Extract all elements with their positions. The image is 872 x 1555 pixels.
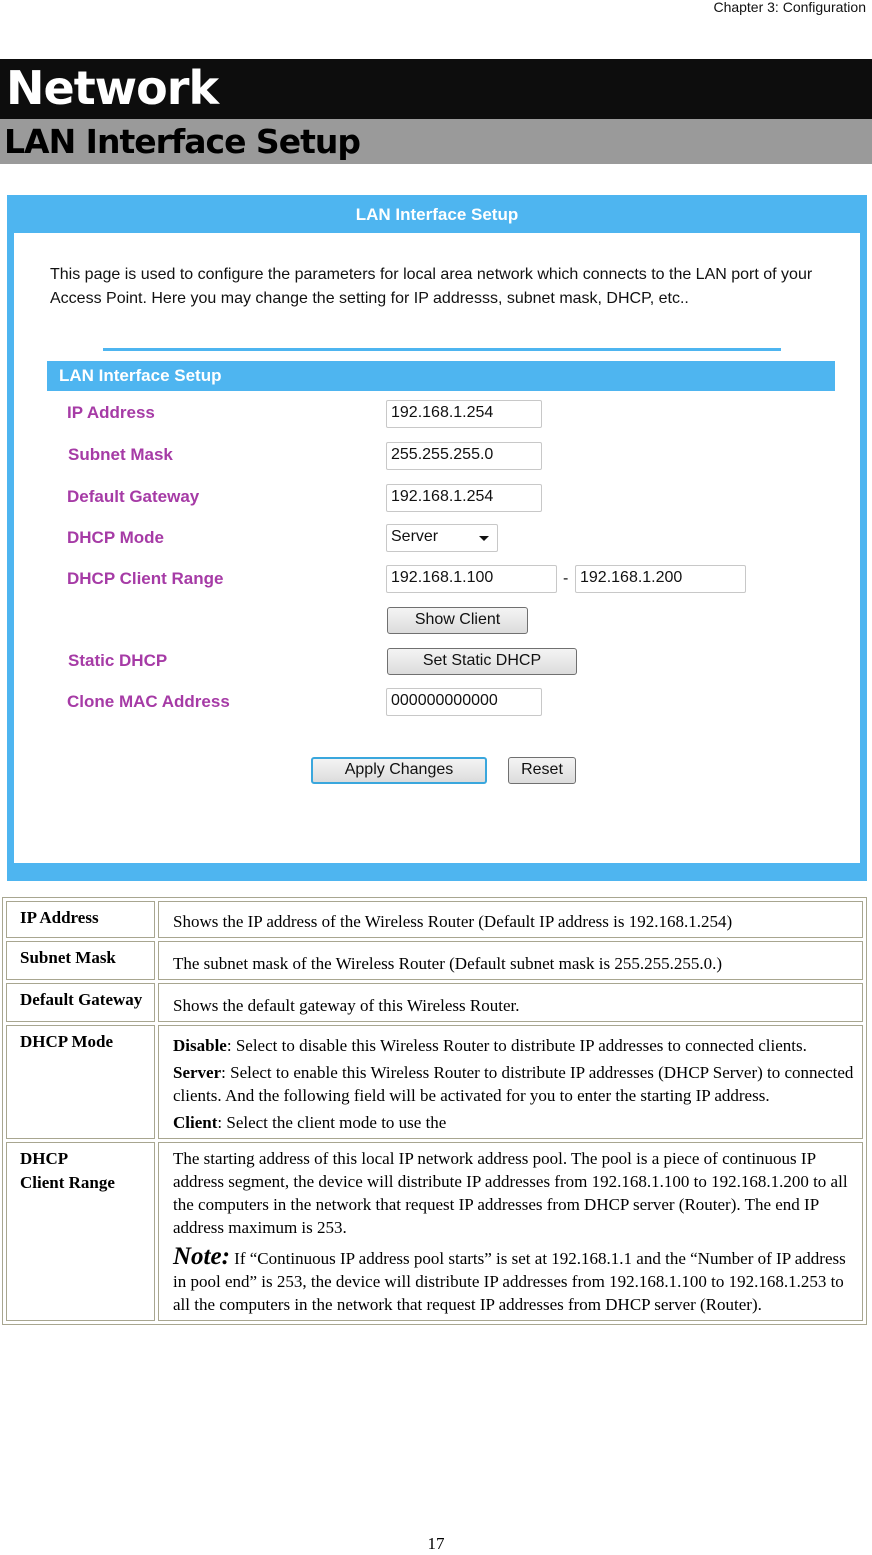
- panel-body: This page is used to configure the param…: [14, 233, 860, 863]
- default-gateway-input[interactable]: 192.168.1.254: [386, 484, 542, 512]
- row-key: DHCP Mode: [6, 1025, 155, 1139]
- table-row: IP Address Shows the IP address of the W…: [6, 901, 863, 938]
- row-key-line2: Client Range: [20, 1173, 115, 1192]
- lan-setup-screenshot: LAN Interface Setup This page is used to…: [7, 195, 867, 881]
- parameter-description-table: IP Address Shows the IP address of the W…: [2, 897, 867, 1325]
- reset-button[interactable]: Reset: [508, 757, 576, 784]
- static-dhcp-label: Static DHCP: [68, 651, 168, 670]
- table-row: Default Gateway Shows the default gatewa…: [6, 983, 863, 1022]
- row-key: IP Address: [6, 901, 155, 938]
- mode-client: Client: Select the client mode to use th…: [173, 1111, 856, 1134]
- dhcp-mode-select[interactable]: Server: [386, 524, 498, 552]
- section-title: Network: [6, 61, 219, 115]
- intro-text: This page is used to configure the param…: [50, 266, 813, 307]
- page-number: 17: [427, 1534, 445, 1553]
- panel-title: LAN Interface Setup: [355, 205, 519, 224]
- row-key: DHCP Client Range: [6, 1142, 155, 1321]
- term-disable: Disable: [173, 1036, 227, 1055]
- desc-disable: : Select to disable this Wireless Router…: [226, 1036, 807, 1055]
- term-client: Client: [173, 1113, 218, 1132]
- show-client-button[interactable]: Show Client: [387, 607, 528, 634]
- section-bar: LAN Interface Setup: [47, 361, 835, 391]
- table-row: DHCP Mode Disable: Select to disable thi…: [6, 1025, 863, 1139]
- row-description: The subnet mask of the Wireless Router (…: [158, 941, 863, 980]
- chevron-down-icon: [479, 536, 489, 541]
- term-server: Server: [173, 1063, 222, 1082]
- dhcp-mode-label: DHCP Mode: [67, 528, 164, 547]
- clone-mac-input[interactable]: 000000000000: [386, 688, 542, 716]
- row-description: Disable: Select to disable this Wireless…: [158, 1025, 863, 1139]
- table-row: DHCP Client Range The starting address o…: [6, 1142, 863, 1321]
- row-key-line1: DHCP: [20, 1149, 69, 1168]
- subsection-title-band: LAN Interface Setup: [0, 119, 872, 164]
- row-description: Shows the IP address of the Wireless Rou…: [158, 901, 863, 938]
- mode-server: Server: Select to enable this Wireless R…: [173, 1061, 856, 1107]
- set-static-dhcp-button[interactable]: Set Static DHCP: [387, 648, 577, 675]
- default-gateway-label: Default Gateway: [67, 487, 200, 506]
- row-description: Shows the default gateway of this Wirele…: [158, 983, 863, 1022]
- desc-server: : Select to enable this Wireless Router …: [173, 1063, 854, 1105]
- chapter-header: Chapter 3: Configuration: [713, 0, 866, 15]
- subnet-mask-label: Subnet Mask: [68, 445, 173, 464]
- range-separator: -: [563, 570, 569, 587]
- row-description: The starting address of this local IP ne…: [158, 1142, 863, 1321]
- range-note: Note: If “Continuous IP address pool sta…: [173, 1243, 856, 1316]
- note-text: If “Continuous IP address pool starts” i…: [173, 1249, 846, 1314]
- note-label: Note:: [173, 1243, 230, 1270]
- divider: [103, 348, 781, 351]
- dhcp-mode-value: Server: [391, 528, 439, 545]
- section-title-band: Network: [0, 59, 872, 119]
- row-key: Default Gateway: [6, 983, 155, 1022]
- subsection-title: LAN Interface Setup: [4, 122, 361, 161]
- clone-mac-label: Clone MAC Address: [67, 692, 230, 711]
- ip-address-input[interactable]: 192.168.1.254: [386, 400, 542, 428]
- desc-client: : Select the client mode to use the: [217, 1113, 447, 1132]
- ip-address-label: IP Address: [67, 403, 155, 422]
- row-key: Subnet Mask: [6, 941, 155, 980]
- range-description: The starting address of this local IP ne…: [173, 1149, 848, 1237]
- dhcp-range-end-input[interactable]: 192.168.1.200: [575, 565, 746, 593]
- table-row: Subnet Mask The subnet mask of the Wirel…: [6, 941, 863, 980]
- subnet-mask-input[interactable]: 255.255.255.0: [386, 442, 542, 470]
- dhcp-range-start-input[interactable]: 192.168.1.100: [386, 565, 557, 593]
- mode-disable: Disable: Select to disable this Wireless…: [173, 1034, 856, 1057]
- apply-changes-button[interactable]: Apply Changes: [311, 757, 487, 784]
- dhcp-client-range-label: DHCP Client Range: [67, 569, 224, 588]
